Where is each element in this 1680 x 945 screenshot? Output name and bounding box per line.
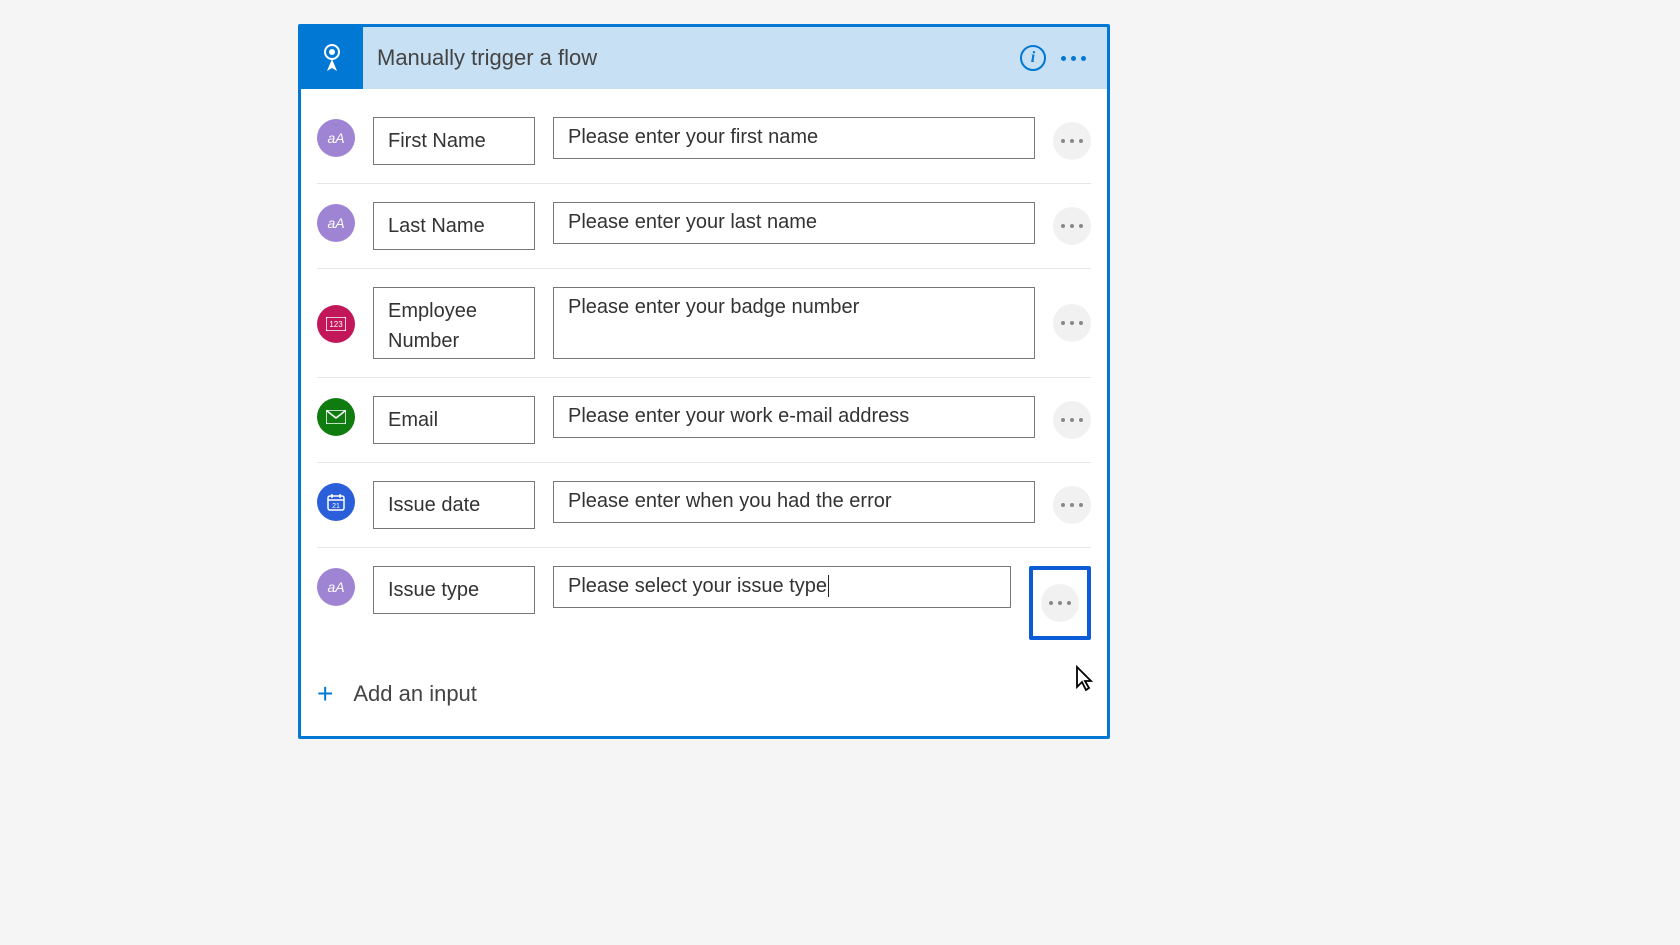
input-row: Email Please enter your work e-mail addr… — [317, 378, 1091, 463]
row-menu-button[interactable] — [1053, 401, 1091, 439]
ellipsis-icon — [1061, 418, 1083, 422]
input-description-field[interactable]: Please enter your first name — [553, 117, 1035, 159]
ellipsis-icon — [1049, 601, 1071, 605]
card-header: Manually trigger a flow i — [301, 27, 1107, 89]
row-menu-button[interactable] — [1053, 122, 1091, 160]
ellipsis-icon — [1061, 139, 1083, 143]
info-button[interactable]: i — [1013, 38, 1053, 78]
input-name-field[interactable]: Issue date — [373, 481, 535, 529]
number-type-icon: 123 — [317, 305, 355, 343]
info-icon: i — [1020, 45, 1046, 71]
inputs-list: aA First Name Please enter your first na… — [301, 89, 1107, 658]
input-name-field[interactable]: Last Name — [373, 202, 535, 250]
add-input-button[interactable]: + Add an input — [301, 658, 1107, 736]
input-row: aA Issue type Please select your issue t… — [317, 548, 1091, 658]
input-row: 123 Employee Number Please enter your ba… — [317, 269, 1091, 378]
row-menu-button[interactable] — [1053, 207, 1091, 245]
text-type-icon: aA — [317, 204, 355, 242]
trigger-icon — [301, 27, 363, 89]
input-description-field[interactable]: Please enter when you had the error — [553, 481, 1035, 523]
ellipsis-icon — [1061, 321, 1083, 325]
input-name-field[interactable]: First Name — [373, 117, 535, 165]
input-description-field[interactable]: Please enter your badge number — [553, 287, 1035, 359]
input-description-field[interactable]: Please enter your work e-mail address — [553, 396, 1035, 438]
plus-icon: + — [317, 680, 333, 708]
trigger-card: Manually trigger a flow i aA First Name … — [298, 24, 1110, 739]
svg-text:21: 21 — [332, 503, 340, 510]
input-name-field[interactable]: Issue type — [373, 566, 535, 614]
svg-text:123: 123 — [329, 320, 343, 329]
add-input-label: Add an input — [353, 681, 477, 707]
card-menu-button[interactable] — [1053, 38, 1093, 78]
ellipsis-icon — [1061, 503, 1083, 507]
input-row: aA First Name Please enter your first na… — [317, 99, 1091, 184]
input-name-field[interactable]: Email — [373, 396, 535, 444]
input-description-field[interactable]: Please enter your last name — [553, 202, 1035, 244]
row-menu-button[interactable] — [1041, 584, 1079, 622]
input-row: 21 Issue date Please enter when you had … — [317, 463, 1091, 548]
input-description-field[interactable]: Please select your issue type — [553, 566, 1011, 608]
text-type-icon: aA — [317, 568, 355, 606]
card-title: Manually trigger a flow — [363, 45, 1013, 71]
text-type-icon: aA — [317, 119, 355, 157]
highlighted-menu — [1029, 566, 1091, 640]
row-menu-button[interactable] — [1053, 486, 1091, 524]
input-row: aA Last Name Please enter your last name — [317, 184, 1091, 269]
ellipsis-icon — [1061, 224, 1083, 228]
input-name-field[interactable]: Employee Number — [373, 287, 535, 359]
row-menu-button[interactable] — [1053, 304, 1091, 342]
email-type-icon — [317, 398, 355, 436]
ellipsis-icon — [1061, 56, 1086, 61]
date-type-icon: 21 — [317, 483, 355, 521]
